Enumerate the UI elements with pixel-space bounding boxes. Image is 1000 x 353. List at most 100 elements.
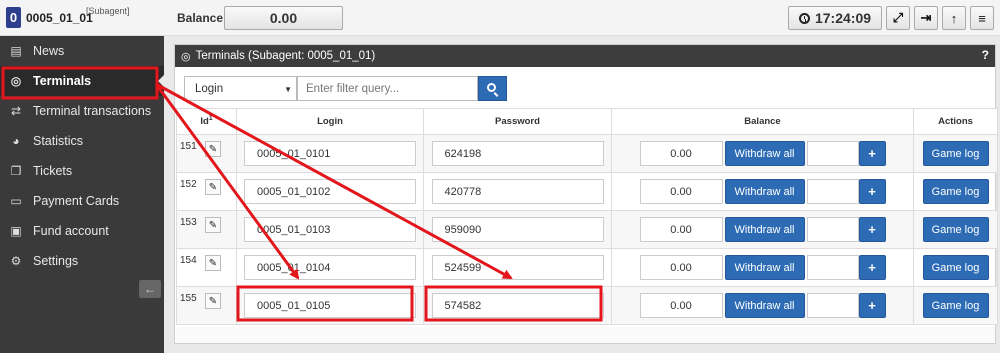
balance-label: Balance: [177, 11, 228, 25]
deposit-button[interactable]: + [858, 141, 886, 166]
terminals-table: Id1 Login Password Balance Actions 151 ✎ … [176, 108, 998, 325]
balance-field: 0.00 [639, 141, 723, 166]
pencil-icon: ✎ [208, 219, 218, 231]
game-log-button[interactable]: Game log [922, 179, 989, 204]
edit-button[interactable]: ✎ [205, 141, 221, 157]
filter-field-select[interactable]: Login ▼ [184, 76, 297, 101]
column-header-actions: Actions [913, 108, 998, 135]
expand-icon: ⤢ [892, 10, 904, 25]
newspaper-icon: ▤ [10, 44, 22, 58]
collapse-sidebar-button[interactable]: ← [139, 280, 161, 298]
deposit-button[interactable]: + [858, 255, 886, 280]
sidebar-item-tickets[interactable]: ❐ Tickets [0, 156, 164, 186]
filter-query-input[interactable] [297, 76, 478, 101]
deposit-amount-input[interactable] [806, 255, 859, 280]
column-header-id[interactable]: Id1 [176, 108, 237, 135]
sidebar-item-settings[interactable]: ⚙ Settings [0, 246, 164, 276]
menu-button[interactable]: ≡ [970, 6, 994, 30]
edit-button[interactable]: ✎ [205, 217, 221, 233]
password-field[interactable]: 420778 [431, 179, 604, 204]
gamepad-icon: ◎ [10, 74, 22, 88]
clock: 17:24:09 [788, 6, 882, 30]
search-button[interactable] [478, 76, 507, 101]
gamepad-icon: ◎ [181, 50, 191, 63]
table-row: 153 ✎ 0005_01_0103 959090 0.00 Withdraw al… [176, 210, 998, 249]
pencil-icon: ✎ [208, 143, 218, 155]
fullscreen-button[interactable]: ⤢ [886, 6, 910, 30]
sidebar-item-label: Tickets [33, 164, 73, 178]
sidebar-item-terminal-transactions[interactable]: ⇄ Terminal transactions [0, 96, 164, 126]
login-field[interactable]: 0005_01_0103 [244, 217, 416, 242]
scroll-top-button[interactable]: ↑ [942, 6, 966, 30]
cogs-icon: ⚙ [10, 254, 22, 268]
exchange-icon: ⇄ [10, 104, 22, 118]
sidebar-item-fund-account[interactable]: ▣ Fund account [0, 216, 164, 246]
table-row: 154 ✎ 0005_01_0104 524599 0.00 Withdraw al… [176, 248, 998, 287]
game-log-button[interactable]: Game log [922, 217, 989, 242]
balance-value: 0.00 [224, 6, 343, 30]
password-field[interactable]: 624198 [431, 141, 604, 166]
terminal-id: 152 ✎ [176, 172, 237, 211]
column-header-balance: Balance [611, 108, 914, 135]
column-header-password[interactable]: Password [423, 108, 612, 135]
password-field[interactable]: 959090 [431, 217, 604, 242]
clock-time: 17:24:09 [814, 10, 872, 26]
deposit-amount-input[interactable] [806, 179, 859, 204]
sidebar-item-news[interactable]: ▤ News [0, 36, 164, 66]
sidebar-item-label: Payment Cards [33, 194, 120, 208]
terminal-id: 153 ✎ [176, 210, 237, 249]
panel-header: ◎ Terminals (Subagent: 0005_01_01) ? [175, 45, 995, 67]
deposit-amount-input[interactable] [806, 217, 859, 242]
account-badge: 0 [6, 7, 21, 28]
active-caret [158, 74, 165, 88]
table-row: 155 ✎ 0005_01_0105 574582 0.00 Withdraw al… [176, 286, 998, 325]
edit-button[interactable]: ✎ [205, 293, 221, 309]
login-field[interactable]: 0005_01_0102 [244, 179, 416, 204]
withdraw-all-button[interactable]: Withdraw all [724, 255, 805, 280]
login-field[interactable]: 0005_01_0101 [244, 141, 416, 166]
sidebar-item-label: Terminals [33, 74, 92, 88]
withdraw-all-button[interactable]: Withdraw all [724, 217, 805, 242]
column-header-login[interactable]: Login [236, 108, 424, 135]
balance-field: 0.00 [639, 217, 723, 242]
menu-icon: ≡ [978, 10, 986, 26]
password-field[interactable]: 524599 [431, 255, 604, 280]
terminal-id: 154 ✎ [176, 248, 237, 287]
help-button[interactable]: ? [982, 48, 989, 62]
clock-icon [798, 12, 810, 24]
sidebar-item-payment-cards[interactable]: ▭ Payment Cards [0, 186, 164, 216]
pencil-icon: ✎ [208, 295, 218, 307]
arrow-up-icon: ↑ [950, 10, 958, 26]
login-field[interactable]: 0005_01_0104 [244, 255, 416, 280]
edit-button[interactable]: ✎ [205, 179, 221, 195]
table-footer [176, 327, 995, 343]
table-row: 152 ✎ 0005_01_0102 420778 0.00 Withdraw al… [176, 172, 998, 211]
logout-icon: ⇥ [920, 10, 932, 25]
logout-button[interactable]: ⇥ [914, 6, 938, 30]
sidebar-item-label: News [33, 44, 65, 58]
deposit-amount-input[interactable] [806, 293, 859, 318]
withdraw-all-button[interactable]: Withdraw all [724, 293, 805, 318]
withdraw-all-button[interactable]: Withdraw all [724, 179, 805, 204]
table-row: 151 ✎ 0005_01_0101 624198 0.00 Withdraw al… [176, 134, 998, 173]
game-log-button[interactable]: Game log [922, 293, 989, 318]
sidebar-item-terminals[interactable]: ◎ Terminals [0, 66, 165, 96]
sidebar-item-statistics[interactable]: ◕ Statistics [0, 126, 164, 156]
game-log-button[interactable]: Game log [922, 255, 989, 280]
chevron-down-icon: ▼ [284, 85, 292, 94]
password-field[interactable]: 574582 [431, 293, 604, 318]
game-log-button[interactable]: Game log [922, 141, 989, 166]
pencil-icon: ✎ [208, 257, 218, 269]
deposit-amount-input[interactable] [806, 141, 859, 166]
sidebar-item-label: Fund account [33, 224, 109, 238]
edit-button[interactable]: ✎ [205, 255, 221, 271]
sidebar-item-label: Terminal transactions [33, 104, 152, 118]
login-field[interactable]: 0005_01_0105 [244, 293, 416, 318]
filter-field-value: Login [195, 82, 224, 95]
arrow-left-icon: ← [144, 282, 156, 296]
deposit-button[interactable]: + [858, 217, 886, 242]
money-icon: ▣ [10, 224, 22, 238]
deposit-button[interactable]: + [858, 293, 886, 318]
withdraw-all-button[interactable]: Withdraw all [724, 141, 805, 166]
deposit-button[interactable]: + [858, 179, 886, 204]
